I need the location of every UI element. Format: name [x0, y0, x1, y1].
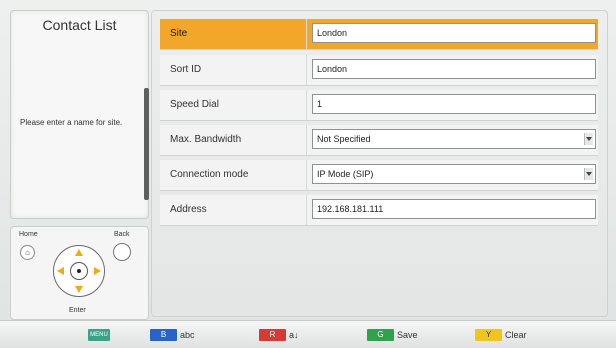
form-row-address[interactable]: Address 192.168.181.111: [160, 195, 598, 226]
form-row-max-bandwidth[interactable]: Max. Bandwidth Not Specified: [160, 125, 598, 156]
connection-mode-select[interactable]: IP Mode (SIP): [312, 164, 596, 184]
dpad[interactable]: [53, 245, 105, 297]
blue-key-label: abc: [180, 330, 195, 340]
contact-list-panel: Contact List Please enter a name for sit…: [10, 10, 149, 219]
blue-key[interactable]: B: [150, 329, 177, 341]
dropdown-icon[interactable]: [584, 133, 593, 145]
arrow-down-icon[interactable]: [75, 286, 83, 293]
yellow-key[interactable]: Y: [475, 329, 502, 341]
select-value: IP Mode (SIP): [317, 169, 374, 179]
scroll-indicator: [144, 88, 149, 200]
yellow-key-label: Clear: [505, 330, 527, 340]
red-key-label: a↓: [289, 330, 299, 340]
row-label: Max. Bandwidth: [170, 134, 242, 145]
row-label: Speed Dial: [170, 99, 219, 110]
green-key[interactable]: G: [367, 329, 394, 341]
menu-key[interactable]: MENU: [88, 329, 110, 341]
panel-title: Contact List: [42, 17, 117, 33]
green-key-label: Save: [397, 330, 418, 340]
row-label: Address: [170, 204, 207, 215]
red-key[interactable]: R: [259, 329, 286, 341]
address-input[interactable]: 192.168.181.111: [312, 199, 596, 219]
select-value: Not Specified: [317, 134, 371, 144]
home-icon[interactable]: ⌂: [20, 245, 35, 260]
arrow-left-icon[interactable]: [57, 267, 64, 275]
site-input[interactable]: London: [312, 23, 596, 43]
home-label: Home: [19, 231, 38, 238]
enter-button[interactable]: [70, 262, 88, 280]
sort-id-input[interactable]: London: [312, 59, 596, 79]
row-label: Site: [170, 28, 188, 39]
form-row-site[interactable]: Site London: [160, 19, 598, 50]
arrow-right-icon[interactable]: [94, 267, 101, 275]
row-label: Sort ID: [170, 64, 202, 75]
back-label: Back: [114, 231, 130, 238]
form-row-connection-mode[interactable]: Connection mode IP Mode (SIP): [160, 160, 598, 191]
key-guide-bar: MENU B abc R a↓ G Save Y Clear: [0, 320, 616, 348]
speed-dial-input[interactable]: 1: [312, 94, 596, 114]
dropdown-icon[interactable]: [584, 168, 593, 180]
form-row-speed-dial[interactable]: Speed Dial 1: [160, 90, 598, 121]
help-text: Please enter a name for site.: [20, 118, 123, 127]
max-bandwidth-select[interactable]: Not Specified: [312, 129, 596, 149]
form-row-sort-id[interactable]: Sort ID London: [160, 55, 598, 86]
arrow-up-icon[interactable]: [75, 249, 83, 256]
back-button[interactable]: [113, 243, 131, 261]
enter-label: Enter: [69, 307, 86, 314]
contact-form: Site London Sort ID London Speed Dial 1 …: [151, 10, 608, 317]
row-label: Connection mode: [170, 169, 249, 180]
